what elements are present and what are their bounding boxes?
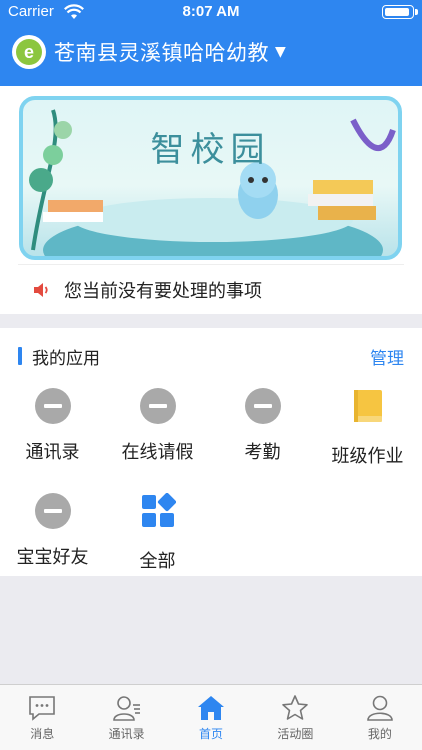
tab-activity[interactable]: 活动圈 (253, 685, 337, 750)
tab-label: 我的 (367, 727, 392, 741)
grid-icon (141, 492, 176, 527)
section-accent-bar (18, 347, 22, 365)
section-divider (0, 314, 422, 328)
manage-button[interactable]: 管理 (370, 344, 404, 369)
main-content: 智校园 您当前没有要处理的事项 我的应用 管理 通讯录 在线请假 考勤 班级作业… (0, 86, 422, 576)
notice-bar[interactable]: 您当前没有要处理的事项 (18, 264, 404, 314)
dropdown-caret-icon[interactable]: ▼ (275, 44, 286, 60)
contacts-icon (112, 696, 140, 721)
tab-messages[interactable]: 消息 (0, 685, 84, 750)
top-bar: Carrier 8:07 AM e 苍南县灵溪镇哈哈幼教 ▼ (0, 0, 422, 86)
tab-label: 首页 (199, 727, 224, 741)
minus-circle-icon (34, 388, 71, 424)
my-apps-section: 我的应用 管理 通讯录 在线请假 考勤 班级作业 宝宝好友 全部 (0, 328, 422, 576)
logo-letter: e (16, 39, 42, 65)
header: e 苍南县灵溪镇哈哈幼教 ▼ (0, 30, 422, 74)
book-icon (353, 390, 382, 422)
message-icon (29, 696, 56, 721)
tab-home[interactable]: 首页 (169, 685, 253, 750)
app-contacts[interactable]: 通讯录 (0, 388, 105, 464)
app-label: 通讯录 (25, 442, 80, 463)
app-online-leave[interactable]: 在线请假 (105, 388, 210, 464)
tab-label: 活动圈 (277, 727, 314, 741)
app-attendance[interactable]: 考勤 (210, 388, 315, 464)
battery-icon (382, 5, 418, 19)
minus-circle-icon (34, 493, 71, 529)
app-all[interactable]: 全部 (105, 492, 210, 573)
tab-bar: 消息 通讯录 首页 活动圈 我的 (0, 684, 422, 750)
app-label: 班级作业 (331, 446, 404, 467)
apps-header: 我的应用 管理 (18, 344, 404, 369)
school-logo: e (12, 35, 46, 69)
tab-label: 通讯录 (108, 727, 145, 741)
app-baby-friends[interactable]: 宝宝好友 (0, 493, 105, 569)
banner-area: 智校园 (0, 86, 422, 264)
app-label: 考勤 (244, 442, 281, 463)
minus-circle-icon (139, 388, 176, 424)
app-label: 宝宝好友 (16, 547, 89, 568)
app-label: 在线请假 (121, 442, 194, 463)
profile-icon (367, 695, 393, 721)
school-selector[interactable]: 苍南县灵溪镇哈哈幼教 (54, 37, 269, 67)
status-bar: Carrier 8:07 AM (0, 0, 422, 26)
tab-contacts[interactable]: 通讯录 (84, 685, 168, 750)
notice-text: 您当前没有要处理的事项 (64, 280, 262, 302)
home-icon (198, 696, 225, 720)
star-icon (282, 695, 309, 720)
app-class-homework[interactable]: 班级作业 (315, 388, 420, 468)
tab-profile[interactable]: 我的 (338, 685, 422, 750)
banner-title: 智校园 (150, 130, 271, 170)
tab-label: 消息 (30, 727, 55, 741)
app-label: 全部 (139, 551, 176, 572)
banner-image[interactable]: 智校园 (19, 96, 402, 260)
apps-title: 我的应用 (32, 348, 100, 369)
minus-circle-icon (244, 388, 281, 424)
speaker-icon (34, 282, 48, 297)
clock: 8:07 AM (182, 3, 240, 20)
